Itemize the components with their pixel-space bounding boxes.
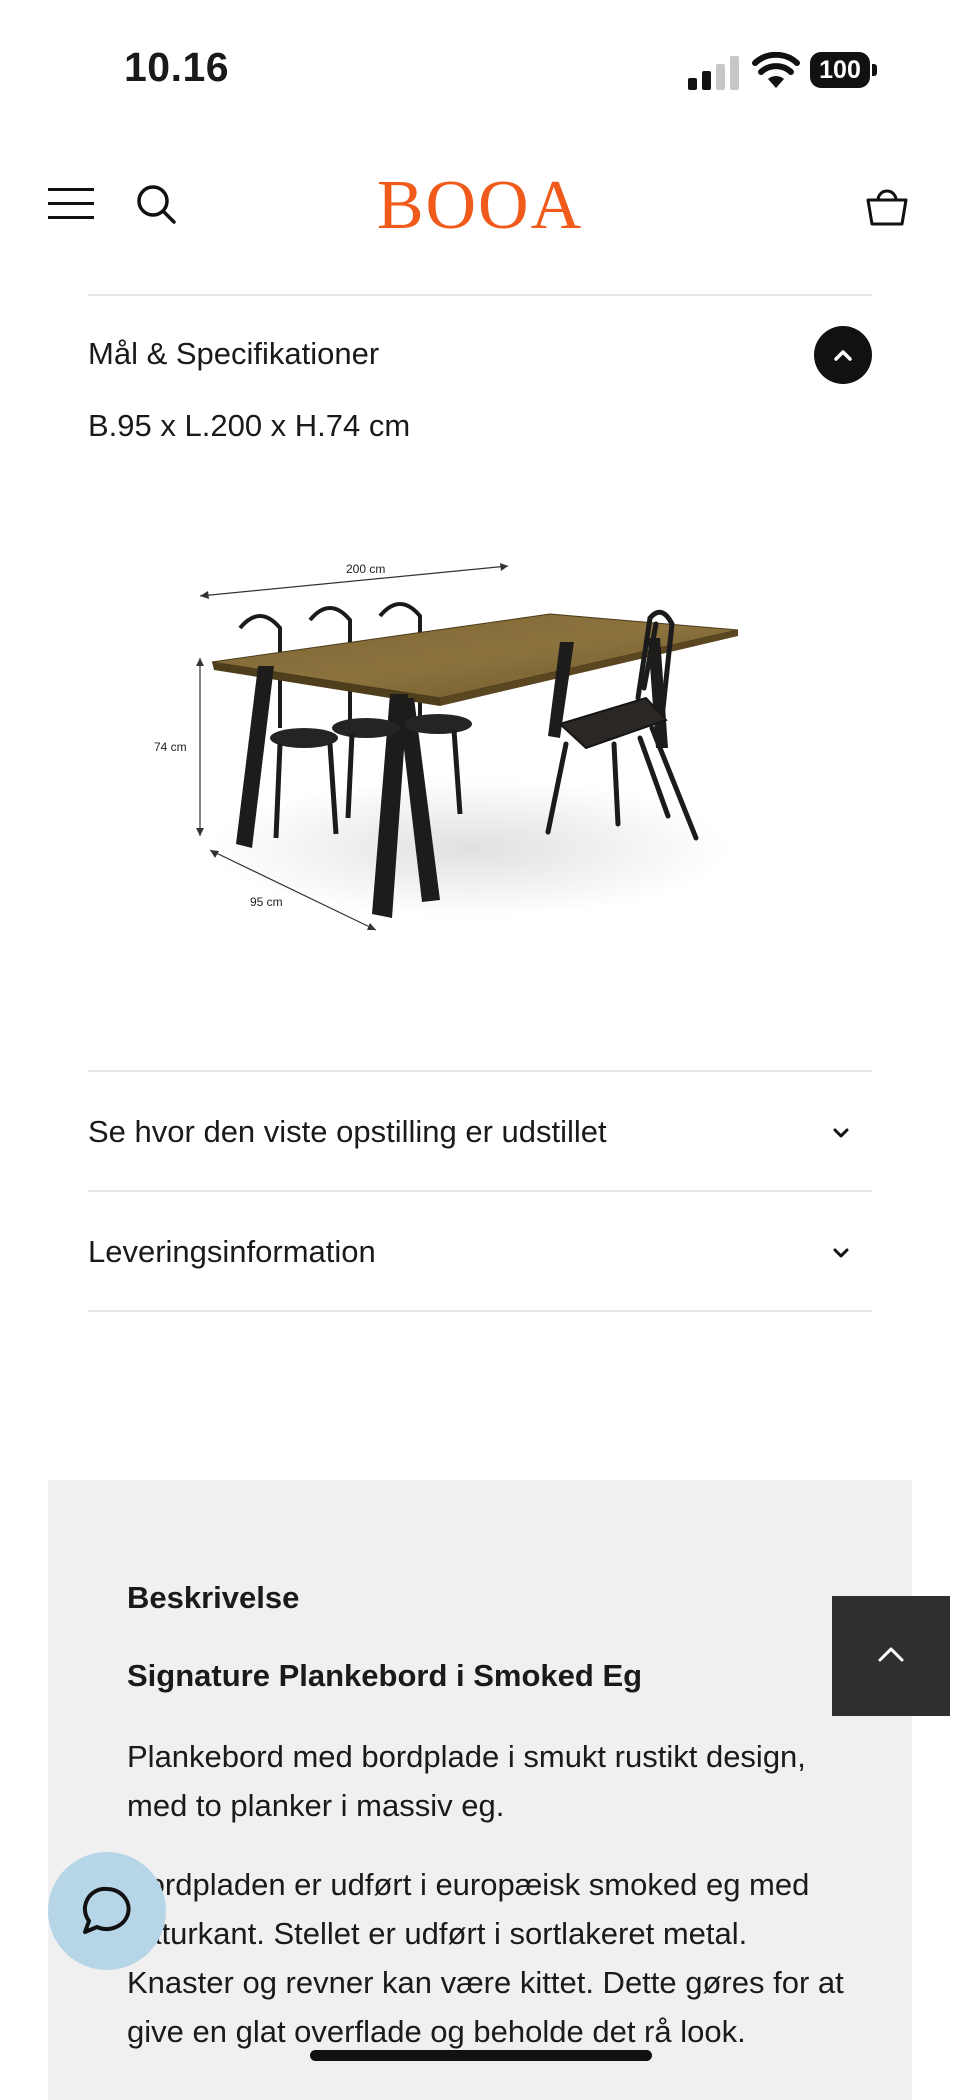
divider xyxy=(88,1190,872,1192)
height-label: 74 cm xyxy=(154,740,187,754)
description-paragraph: Bordpladen er udført i europæisk smoked … xyxy=(127,1867,844,2049)
divider xyxy=(88,1070,872,1072)
accordion-title-delivery[interactable]: Leveringsinformation xyxy=(88,1234,376,1270)
cellular-signal-icon xyxy=(688,56,739,90)
collapse-button[interactable] xyxy=(814,326,872,384)
chat-bubble-icon xyxy=(82,1886,131,1934)
cart-icon[interactable] xyxy=(864,182,910,228)
chevron-down-icon[interactable] xyxy=(828,1120,854,1146)
status-time: 10.16 xyxy=(124,44,230,90)
home-indicator xyxy=(310,2050,652,2061)
description-heading: Beskrivelse xyxy=(127,1580,300,1615)
chevron-up-icon xyxy=(834,350,852,361)
brand-logo[interactable]: BOOA xyxy=(0,166,960,246)
accordion-title-specs[interactable]: Mål & Specifikationer xyxy=(88,336,379,372)
product-subheading: Signature Plankebord i Smoked Eg xyxy=(127,1658,643,1693)
chevron-down-icon[interactable] xyxy=(828,1240,854,1266)
chevron-up-icon xyxy=(878,1647,904,1662)
wifi-icon xyxy=(752,52,800,88)
dimensions-text: B.95 x L.200 x H.74 cm xyxy=(88,408,411,443)
chat-button[interactable] xyxy=(48,1852,166,1970)
divider xyxy=(88,1310,872,1312)
battery-level: 100 xyxy=(810,52,870,88)
accordion-title-showroom[interactable]: Se hvor den viste opstilling er udstille… xyxy=(88,1114,607,1150)
divider xyxy=(88,294,872,296)
depth-label: 95 cm xyxy=(250,895,283,909)
scroll-to-top-button[interactable] xyxy=(832,1596,950,1716)
product-image: 200 cm 74 cm 95 cm xyxy=(154,562,739,931)
battery-icon: 100 xyxy=(810,52,878,88)
length-label: 200 cm xyxy=(346,562,385,576)
description-paragraph: Plankebord med bordplade i smukt rustikt… xyxy=(127,1739,806,1823)
